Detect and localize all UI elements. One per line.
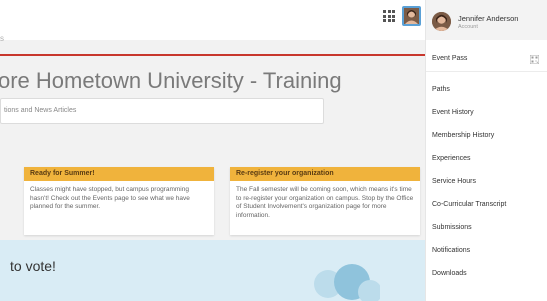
menu-item-event-history[interactable]: Event History — [432, 109, 474, 116]
menu-item-experiences[interactable]: Experiences — [432, 155, 471, 162]
account-menu: Jennifer Anderson Account Event Pass Pat… — [425, 0, 547, 301]
search-placeholder: tions and News Articles — [4, 107, 77, 114]
account-menu-header[interactable]: Jennifer Anderson Account — [426, 0, 547, 40]
qr-code-icon[interactable] — [530, 55, 539, 64]
menu-divider — [426, 71, 547, 72]
vote-banner-text: to vote! — [10, 258, 56, 274]
card-heading: Ready for Summer! — [24, 167, 214, 181]
header-accent-line — [0, 54, 427, 56]
card-heading: Re-register your organization — [230, 167, 420, 181]
search-input[interactable]: tions and News Articles — [0, 98, 324, 124]
menu-item-downloads[interactable]: Downloads — [432, 270, 467, 277]
menu-item-paths[interactable]: Paths — [432, 86, 450, 93]
menu-item-notifications[interactable]: Notifications — [432, 247, 470, 254]
user-avatar-icon — [432, 12, 451, 31]
vote-illustration-icon — [314, 264, 380, 301]
card-body: The Fall semester will be coming soon, w… — [236, 186, 414, 219]
topbar-left-fragment: s — [0, 34, 4, 43]
apps-grid-icon[interactable] — [383, 10, 395, 22]
menu-item-membership-history[interactable]: Membership History — [432, 132, 494, 139]
menu-item-submissions[interactable]: Submissions — [432, 224, 472, 231]
menu-item-service-hours[interactable]: Service Hours — [432, 178, 476, 185]
user-avatar-icon — [404, 8, 419, 24]
menu-item-event-pass[interactable]: Event Pass — [432, 55, 467, 62]
card-body: Classes might have stopped, but campus p… — [30, 186, 190, 210]
menu-item-co-curricular-transcript[interactable]: Co-Curricular Transcript — [432, 201, 506, 208]
page-title: ore Hometown University - Training — [0, 68, 342, 93]
announcement-card[interactable]: Re-register your organization The Fall s… — [230, 167, 420, 235]
account-label: Account — [458, 24, 478, 30]
account-avatar-button[interactable] — [402, 6, 421, 26]
announcement-card[interactable]: Ready for Summer! Classes might have sto… — [24, 167, 214, 235]
user-name: Jennifer Anderson — [458, 14, 519, 23]
